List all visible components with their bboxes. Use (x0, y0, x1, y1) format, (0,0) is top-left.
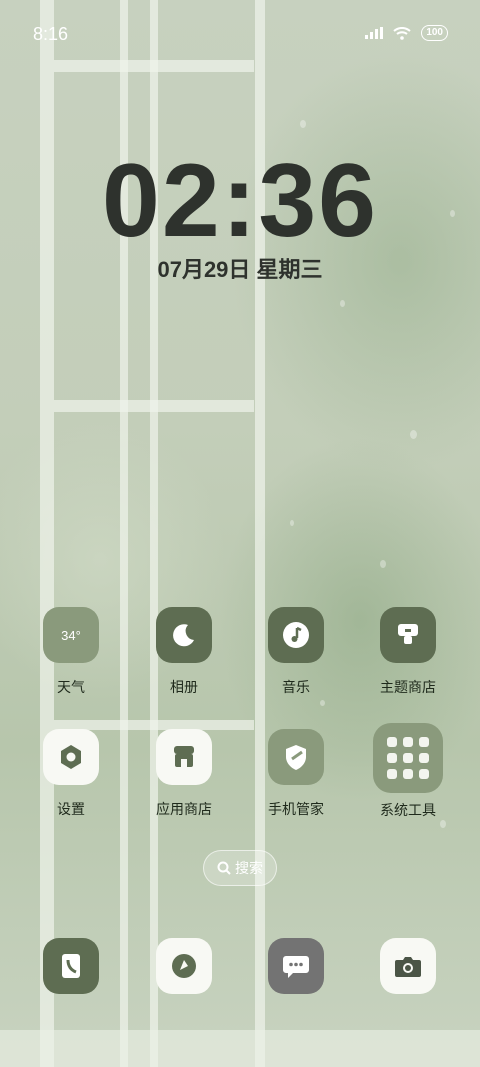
app-weather[interactable]: 34° 天气 (21, 607, 121, 697)
search-icon (217, 861, 231, 875)
message-icon (268, 938, 324, 994)
app-store[interactable]: 应用商店 (134, 729, 234, 819)
app-label: 系统工具 (380, 802, 436, 818)
app-theme-store[interactable]: 主题商店 (358, 607, 458, 697)
camera-icon (380, 938, 436, 994)
store-icon (156, 729, 212, 785)
app-label: 相册 (170, 679, 198, 695)
clock-date[interactable]: 07月29日 星期三 (0, 252, 480, 284)
brush-icon (380, 607, 436, 663)
dock-camera[interactable] (358, 938, 458, 994)
dock-phone[interactable] (21, 938, 121, 994)
moon-icon (156, 607, 212, 663)
folder-system-tools[interactable]: 系统工具 (358, 723, 458, 820)
search-label: 搜索 (235, 860, 263, 876)
weather-temp: 34° (61, 627, 81, 643)
app-label: 手机管家 (268, 801, 324, 817)
app-settings[interactable]: 设置 (21, 729, 121, 819)
music-icon (268, 607, 324, 663)
folder-icon (373, 723, 443, 793)
weather-icon: 34° (43, 607, 99, 663)
app-label: 应用商店 (156, 801, 212, 817)
signal-icon (365, 27, 384, 39)
app-label: 天气 (57, 679, 85, 695)
app-label: 主题商店 (380, 679, 436, 695)
gear-icon (43, 729, 99, 785)
compass-icon (156, 938, 212, 994)
battery-indicator: 100 (421, 25, 448, 41)
dock-browser[interactable] (134, 938, 234, 994)
app-music[interactable]: 音乐 (246, 607, 346, 697)
app-gallery[interactable]: 相册 (134, 607, 234, 697)
shield-icon (268, 729, 324, 785)
status-icons: 100 (365, 25, 448, 41)
app-security[interactable]: 手机管家 (246, 729, 346, 819)
dock-messages[interactable] (246, 938, 346, 994)
status-bar: 8:16 100 (0, 0, 480, 66)
search-button[interactable]: 搜索 (203, 850, 277, 886)
app-label: 设置 (57, 801, 85, 817)
status-time: 8:16 (33, 24, 69, 44)
wifi-icon (393, 26, 411, 40)
app-label: 音乐 (282, 679, 310, 695)
phone-icon (43, 938, 99, 994)
clock-time[interactable]: 02:36 (0, 142, 480, 261)
